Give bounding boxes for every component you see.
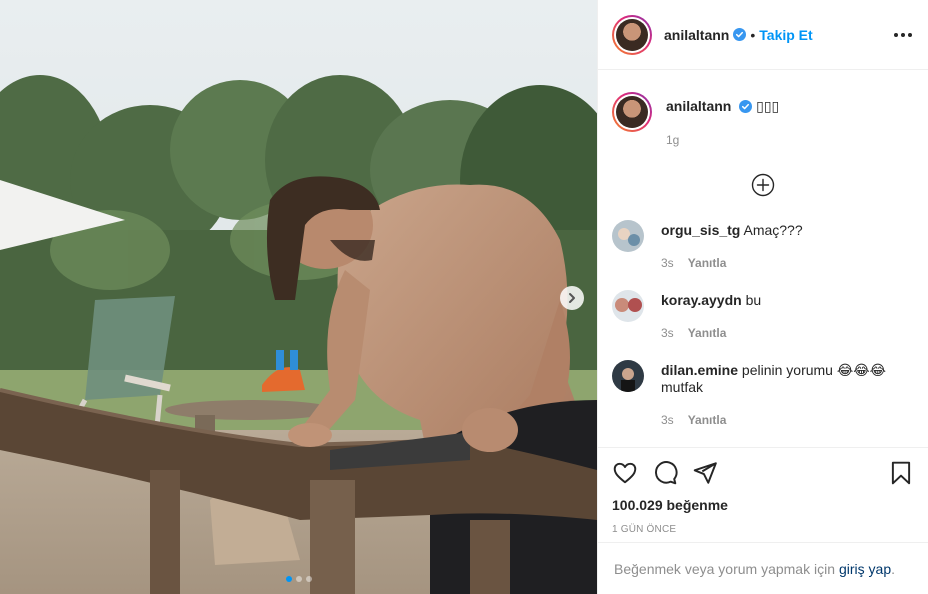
post-photo[interactable] <box>0 0 597 594</box>
post-side-panel: anilaltann • Takip Et anilaltann ▯▯▯ 1g … <box>597 0 928 594</box>
comment-icon[interactable] <box>652 460 678 486</box>
login-prompt: Beğenmek veya yorum yapmak için giriş ya… <box>598 542 928 594</box>
likes-count[interactable]: 100.029 beğenme <box>612 497 914 513</box>
comments-section: anilaltann ▯▯▯ 1g orgu_sis_tg Amaç??? 3s… <box>598 70 928 447</box>
follow-button[interactable]: Takip Et <box>759 27 812 43</box>
carousel-indicator <box>0 576 597 582</box>
caption-age[interactable]: 1g <box>666 133 779 147</box>
comment-item: dilan.emine pelinin yorumu 😂😂😂 mutfak 3s… <box>612 360 912 427</box>
post-actions: 100.029 beğenme 1 GÜN ÖNCE <box>598 447 928 542</box>
share-icon[interactable] <box>692 460 718 486</box>
post-header: anilaltann • Takip Et <box>598 0 928 70</box>
heart-icon[interactable] <box>612 460 638 486</box>
author-username[interactable]: anilaltann <box>664 27 729 43</box>
more-options-icon[interactable] <box>894 32 914 37</box>
commenter-username[interactable]: koray.ayydn <box>661 292 742 308</box>
comment-item: koray.ayydn bu 3s Yanıtla <box>612 290 912 340</box>
caption-author-avatar[interactable] <box>612 92 652 132</box>
login-prompt-suffix: . <box>891 560 896 577</box>
verified-badge-icon <box>733 28 747 41</box>
carousel-dot <box>285 576 292 582</box>
login-prompt-text: Beğenmek veya yorum yapmak için <box>614 560 835 577</box>
carousel-dot <box>295 576 302 582</box>
commenter-avatar[interactable] <box>612 360 644 392</box>
comment-text: Amaç??? <box>743 222 803 238</box>
post-date[interactable]: 1 GÜN ÖNCE <box>612 524 914 535</box>
author-avatar[interactable] <box>612 14 652 55</box>
chevron-right-icon <box>569 293 575 303</box>
comment-text: bu <box>745 292 762 308</box>
instagram-post-view: anilaltann • Takip Et anilaltann ▯▯▯ 1g … <box>0 0 928 594</box>
carousel-dot <box>305 576 312 582</box>
caption-text: ▯▯▯ <box>756 98 780 114</box>
commenter-username[interactable]: dilan.emine <box>661 362 738 378</box>
comment-item: orgu_sis_tg Amaç??? 3s Yanıtla <box>612 220 912 270</box>
next-photo-button[interactable] <box>560 286 584 310</box>
load-more-comments-icon[interactable] <box>751 173 775 197</box>
verified-badge-icon <box>739 100 753 113</box>
reply-button[interactable]: Yanıtla <box>688 326 727 340</box>
post-caption: anilaltann ▯▯▯ 1g <box>612 92 914 147</box>
caption-username[interactable]: anilaltann <box>666 98 731 114</box>
post-image <box>0 0 597 594</box>
bookmark-icon[interactable] <box>888 460 914 486</box>
commenter-avatar[interactable] <box>612 290 644 322</box>
login-link[interactable]: giriş yap <box>839 561 891 577</box>
comment-age[interactable]: 3s <box>661 256 674 270</box>
comment-age[interactable]: 3s <box>661 413 674 427</box>
reply-button[interactable]: Yanıtla <box>688 256 727 270</box>
commenter-username[interactable]: orgu_sis_tg <box>661 222 740 238</box>
separator-dot: • <box>750 26 756 43</box>
reply-button[interactable]: Yanıtla <box>688 413 727 427</box>
comment-age[interactable]: 3s <box>661 326 674 340</box>
commenter-avatar[interactable] <box>612 220 644 252</box>
